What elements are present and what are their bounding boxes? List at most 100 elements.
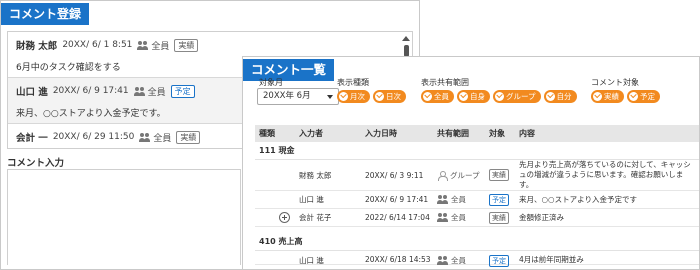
check-icon: [459, 92, 468, 101]
column-header: 入力者: [299, 129, 323, 138]
comment-author: 山口 進: [16, 87, 48, 98]
check-icon: [339, 92, 348, 101]
type-cell: [255, 209, 299, 226]
account-group-row: 111 現金: [255, 142, 699, 160]
chip-self[interactable]: 自身: [457, 90, 490, 103]
content-cell: 4月は前年同期並み: [519, 255, 584, 264]
scroll-up-icon[interactable]: [402, 36, 410, 41]
people-icon: [133, 86, 146, 96]
chip-mine[interactable]: 自分: [543, 90, 577, 103]
chip-label: 月次: [350, 92, 365, 101]
people-icon: [437, 213, 449, 222]
target-cell: 実績: [489, 169, 519, 181]
content-cell: 先月より売上高が落ちているのに対して、キャッシュの増減が違うように思います。確認…: [519, 160, 691, 189]
check-icon: [375, 92, 384, 101]
table-row[interactable]: 山口 進 20XX/ 6/ 9 17:41 全員 予定 来月、○○ストアより入金…: [255, 191, 699, 209]
share-label: 全員: [451, 256, 466, 265]
author-cell: 財務 太郎: [299, 170, 332, 180]
comment-share: 全員: [139, 131, 171, 144]
target-cell: 実績: [489, 211, 519, 224]
share-scope-chips: 全員 自身 グループ 自分: [421, 90, 577, 103]
people-icon: [437, 195, 449, 204]
chip-planned[interactable]: 予定: [627, 90, 660, 103]
comment-author: 財務 太郎: [16, 41, 58, 52]
date-cell: 20XX/ 6/ 9 17:41: [365, 195, 429, 204]
account-group-row: 410 売上高: [255, 233, 699, 251]
comment-date: 20XX/ 6/ 29 11:50: [52, 132, 135, 142]
target-cell: 予定: [489, 193, 519, 206]
column-header: 共有範囲: [437, 129, 469, 138]
chip-label: 予定: [640, 92, 655, 101]
chip-label: グループ: [506, 92, 536, 101]
comment-author: 会計 一: [16, 133, 48, 144]
chip-label: 日次: [386, 92, 401, 101]
comment-list-window: コメント一覧 対象月 20XX年 6月 表示種類 月次 日次 表示共有範囲 全員…: [242, 56, 700, 270]
author-cell: 会計 花子: [299, 213, 332, 222]
table-header: 種類 入力者 入力日時 共有範囲 対象 内容: [255, 125, 699, 142]
target-badge: 予定: [489, 255, 509, 267]
target-badge: 予定: [489, 193, 509, 206]
comment-share: 全員: [133, 85, 166, 98]
content-cell: 来月、○○ストアより入金予定です: [519, 194, 637, 204]
check-icon: [423, 92, 432, 101]
month-select[interactable]: 20XX年 6月: [257, 88, 339, 105]
column-header: 種類: [259, 129, 275, 138]
comment-target-label: コメント対象: [591, 78, 639, 87]
share-label: 全員: [451, 213, 466, 222]
month-filter-label: 対象月: [259, 78, 283, 87]
author-cell: 山口 進: [299, 195, 324, 204]
share-cell: 全員: [437, 255, 489, 266]
comment-target-chips: 実績 予定: [591, 90, 660, 103]
chip-group[interactable]: グループ: [493, 90, 541, 103]
author-cell: 山口 進: [299, 256, 324, 265]
share-cell: 全員: [437, 194, 489, 205]
share-cell: グループ: [437, 170, 489, 181]
share-label: 全員: [451, 195, 466, 204]
comment-input-field[interactable]: [7, 169, 241, 265]
table-row[interactable]: 財務 太郎 20XX/ 6/ 3 9:11 グループ 実績 先月より売上高が落ち…: [255, 160, 699, 191]
check-icon: [629, 92, 638, 101]
target-cell: 予定: [489, 255, 519, 267]
target-badge: 予定: [170, 84, 195, 98]
share-scope-label: 表示共有範囲: [421, 78, 469, 87]
column-header: 対象: [489, 129, 505, 138]
display-type-chips: 月次 日次: [337, 90, 406, 103]
column-header: 入力日時: [365, 129, 397, 138]
chip-label: 全員: [434, 92, 449, 101]
check-icon: [495, 92, 504, 101]
add-comment-icon[interactable]: [279, 212, 290, 223]
comment-date: 20XX/ 6/ 9 17:41: [52, 86, 129, 96]
share-label: 全員: [151, 41, 170, 52]
chip-daily[interactable]: 日次: [373, 90, 406, 103]
share-label: 全員: [147, 87, 166, 98]
group-icon: [437, 170, 448, 181]
chip-label: 実績: [604, 92, 619, 101]
comment-table: 種類 入力者 入力日時 共有範囲 対象 内容 111 現金 財務 太郎 20XX…: [255, 125, 699, 269]
comment-input-label: コメント入力: [7, 158, 65, 169]
comment-share: 全員: [137, 39, 169, 52]
share-label: グループ: [450, 170, 480, 180]
chip-label: 自身: [470, 92, 485, 101]
column-header: 内容: [519, 129, 535, 138]
chevron-down-icon: [327, 95, 333, 99]
target-badge: 実績: [489, 211, 509, 224]
type-cell: [255, 160, 299, 190]
share-label: 全員: [153, 133, 172, 144]
content-cell: 金額修正済み: [519, 212, 564, 222]
target-badge: 実績: [176, 130, 201, 144]
check-icon: [545, 92, 555, 101]
share-cell: 全員: [437, 212, 489, 223]
display-type-label: 表示種類: [337, 78, 369, 87]
month-select-value: 20XX年 6月: [263, 91, 311, 101]
date-cell: 20XX/ 6/ 3 9:11: [365, 170, 424, 180]
table-row[interactable]: 山口 進 20XX/ 6/18 14:53 全員 予定 4月は前年同期並み: [255, 251, 699, 267]
date-cell: 20XX/ 6/18 14:53: [365, 255, 431, 264]
chip-label: 自分: [556, 92, 572, 101]
table-row[interactable]: 会計 花子 2022/ 6/14 17:04 全員 実績 金額修正済み: [255, 209, 699, 227]
chip-actual[interactable]: 実績: [591, 90, 624, 103]
check-icon: [593, 92, 602, 101]
chip-everyone[interactable]: 全員: [421, 90, 454, 103]
type-cell: [255, 191, 299, 208]
chip-monthly[interactable]: 月次: [337, 90, 370, 103]
type-cell: [255, 255, 299, 264]
